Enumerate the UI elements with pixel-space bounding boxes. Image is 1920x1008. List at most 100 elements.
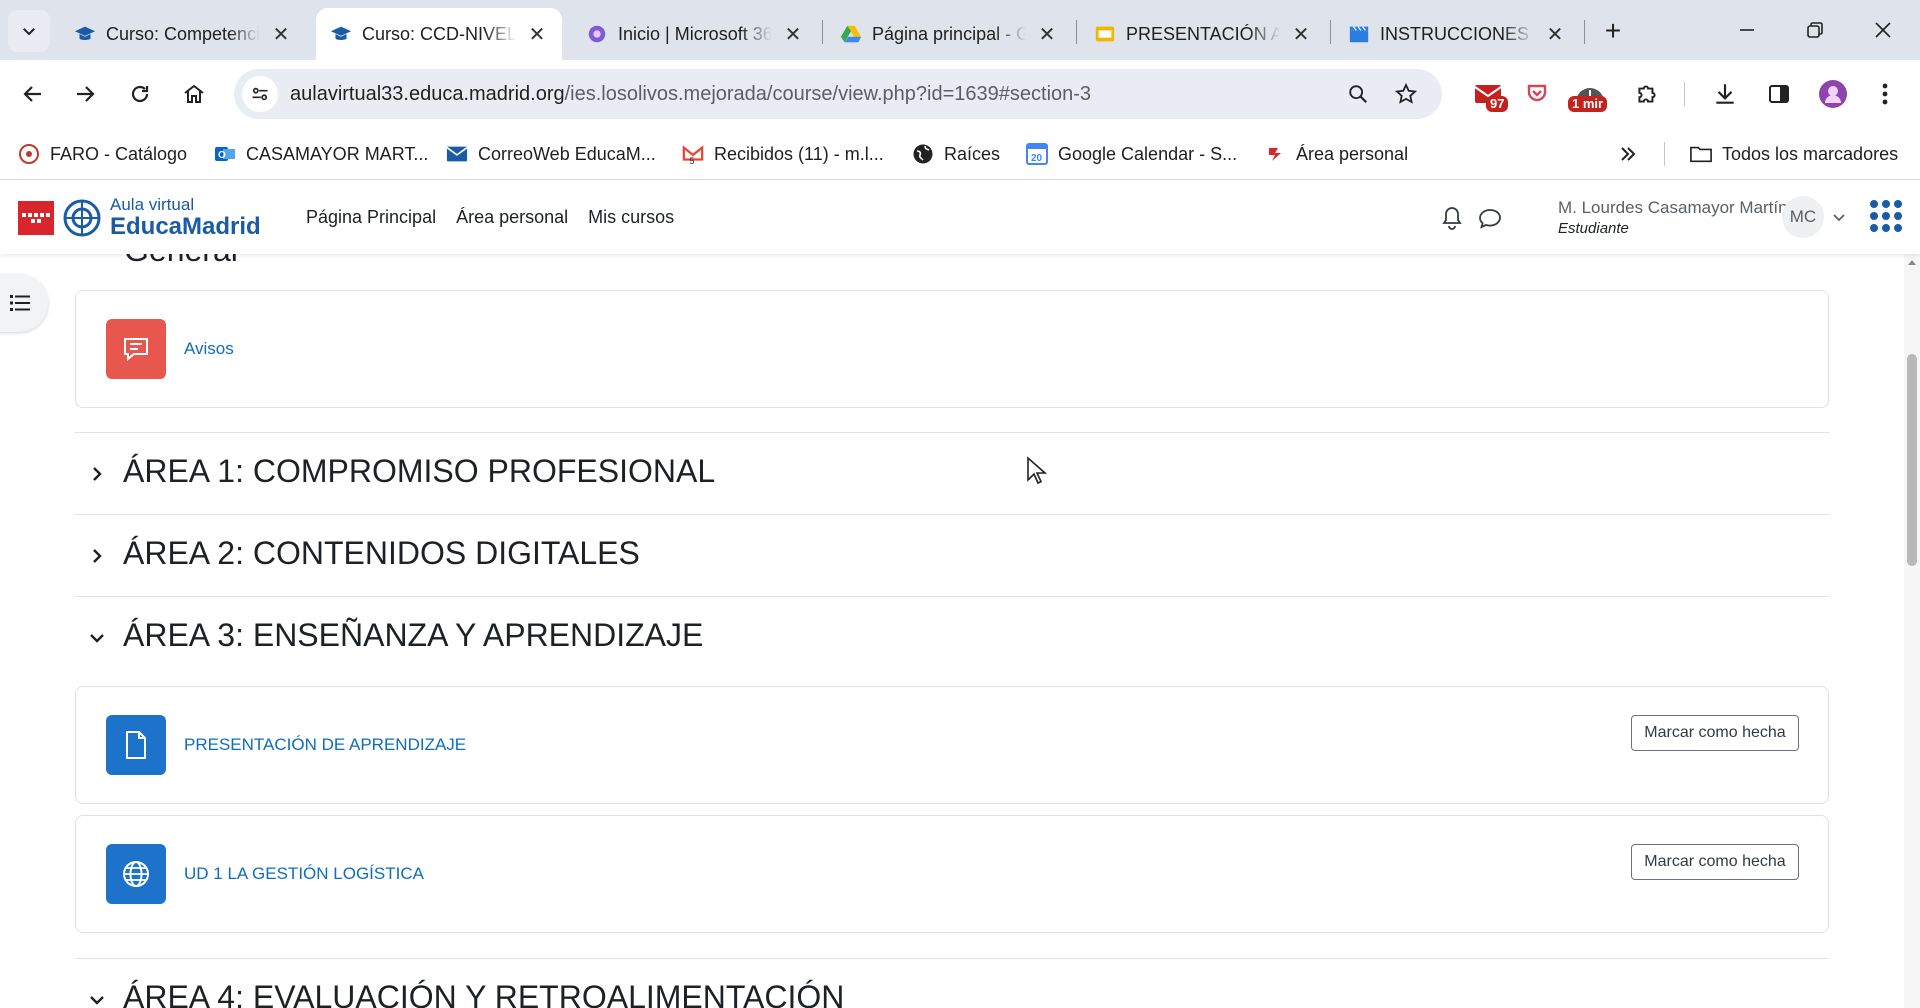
mark-as-done-button[interactable]: Marcar como hecha — [1631, 715, 1799, 751]
gmail-count: 5 — [689, 156, 694, 165]
chevron-right-icon[interactable] — [87, 546, 107, 566]
pocket-extension-button[interactable] — [1520, 74, 1554, 114]
outlook-icon: O — [214, 143, 236, 165]
tab-title: PRESENTACIÓN AP — [1126, 23, 1280, 44]
bookmark-gmail[interactable]: 5 Recibidos (11) - m.l... — [682, 140, 884, 168]
tab-title: Curso: CCD-NIVEL — [362, 23, 516, 44]
activity-ud1-gestion-logistica: UD 1 LA GESTIÓN LOGÍSTICA Marcar como he… — [75, 815, 1829, 933]
bookmark-area-personal[interactable]: Área personal — [1264, 140, 1408, 168]
moodle-cap-icon — [74, 23, 96, 45]
url-text[interactable]: aulavirtual33.educa.madrid.org/ies.losol… — [290, 69, 1091, 119]
extensions-button[interactable] — [1628, 74, 1666, 114]
mark-as-done-button[interactable]: Marcar como hecha — [1631, 844, 1799, 880]
section-title[interactable]: ÁREA 1: COMPROMISO PROFESIONAL — [123, 453, 715, 490]
tab-title: Página principal - G — [872, 23, 1026, 44]
section-area-1[interactable]: ÁREA 1: COMPROMISO PROFESIONAL — [75, 432, 1829, 514]
page-scrollbar[interactable] — [1904, 254, 1920, 1008]
close-window-button[interactable] — [1858, 12, 1908, 48]
tab-title: Curso: Competencia — [106, 23, 260, 44]
close-icon[interactable]: ✕ — [1290, 23, 1312, 46]
section-area-3[interactable]: ÁREA 3: ENSEÑANZA Y APRENDIZAJE — [75, 596, 1829, 678]
tab-separator — [1076, 20, 1077, 44]
section-area-2[interactable]: ÁREA 2: CONTENIDOS DIGITALES — [75, 514, 1829, 596]
downloads-button[interactable] — [1706, 74, 1744, 114]
activity-link[interactable]: UD 1 LA GESTIÓN LOGÍSTICA — [184, 864, 424, 884]
tab-microsoft-365[interactable]: Inicio | Microsoft 365 ✕ — [572, 8, 818, 60]
site-info-button[interactable] — [242, 76, 278, 112]
chevron-down-icon[interactable] — [87, 628, 107, 648]
close-icon[interactable]: ✕ — [526, 23, 548, 46]
section-title[interactable]: ÁREA 2: CONTENIDOS DIGITALES — [123, 535, 640, 572]
section-title[interactable]: ÁREA 3: ENSEÑANZA Y APRENDIZAJE — [123, 617, 703, 654]
tab-curso-competencia[interactable]: Curso: Competencia ✕ — [60, 8, 306, 60]
tab-separator — [1330, 20, 1331, 44]
bookmark-faro[interactable]: FARO - Catálogo — [18, 140, 187, 168]
scroll-up-arrow-icon[interactable] — [1908, 260, 1916, 265]
profile-button[interactable] — [1814, 74, 1852, 114]
minimize-button[interactable] — [1722, 12, 1772, 48]
course-index-toggle[interactable] — [0, 274, 48, 332]
primary-navigation: Página Principal Área personal Mis curso… — [306, 180, 674, 254]
new-tab-button[interactable]: + — [1596, 14, 1630, 48]
home-button[interactable] — [175, 75, 213, 113]
apps-grid-icon[interactable] — [1870, 200, 1902, 232]
nav-area-personal[interactable]: Área personal — [456, 207, 568, 228]
bookmark-casamayor[interactable]: O CASAMAYOR MART... — [214, 140, 428, 168]
puzzle-icon — [1638, 85, 1656, 103]
nav-pagina-principal[interactable]: Página Principal — [306, 207, 436, 228]
bookmark-label: Raíces — [944, 143, 1001, 164]
reload-icon — [131, 85, 149, 103]
all-bookmarks-button[interactable]: Todos los marcadores — [1690, 140, 1898, 168]
globe-icon — [912, 143, 934, 165]
tab-instrucciones[interactable]: INSTRUCCIONES A ✕ — [1334, 8, 1580, 60]
tab-google-drive[interactable]: Página principal - G ✕ — [826, 8, 1072, 60]
restore-icon — [1807, 22, 1823, 38]
bookmark-label: Área personal — [1296, 143, 1409, 164]
close-icon — [1875, 22, 1891, 38]
side-panel-button[interactable] — [1760, 74, 1798, 114]
messages-button[interactable] — [1476, 204, 1504, 232]
tab-presentacion[interactable]: PRESENTACIÓN AP ✕ — [1080, 8, 1326, 60]
browser-menu-button[interactable] — [1868, 74, 1902, 114]
reload-button[interactable] — [121, 75, 159, 113]
close-icon[interactable]: ✕ — [1544, 23, 1566, 46]
bookmark-label: FARO - Catálogo — [50, 143, 188, 164]
pocket-icon — [1527, 84, 1547, 102]
profile-avatar-icon — [1819, 80, 1847, 108]
chevron-down-icon[interactable] — [87, 990, 107, 1008]
avatar[interactable]: MC — [1782, 196, 1824, 238]
bookmark-correoweb[interactable]: CorreoWeb EducaM... — [446, 140, 656, 168]
chevron-right-icon[interactable] — [87, 464, 107, 484]
tab-curso-ccd-nivel[interactable]: Curso: CCD-NIVEL ✕ — [316, 8, 562, 60]
section-title[interactable]: ÁREA 4: EVALUACIÓN Y RETROALIMENTACIÓN — [123, 979, 844, 1008]
back-button[interactable] — [14, 75, 52, 113]
section-area-4[interactable]: ÁREA 4: EVALUACIÓN Y RETROALIMENTACIÓN — [75, 958, 1829, 1008]
address-bar[interactable]: aulavirtual33.educa.madrid.org/ies.losol… — [234, 69, 1442, 119]
close-icon[interactable]: ✕ — [782, 23, 804, 46]
scrollbar-thumb[interactable] — [1907, 354, 1917, 566]
arrow-right-icon — [77, 86, 95, 102]
bookmark-raices[interactable]: Raíces — [912, 140, 1000, 168]
bookmark-star-button[interactable] — [1390, 78, 1422, 110]
double-chevron-right-icon — [1621, 147, 1636, 161]
tab-search-button[interactable] — [8, 10, 50, 52]
more-bookmarks-button[interactable] — [1618, 140, 1638, 168]
chevron-down-icon[interactable] — [1830, 208, 1848, 226]
nav-mis-cursos[interactable]: Mis cursos — [588, 207, 674, 228]
restore-button[interactable] — [1790, 12, 1840, 48]
forward-button[interactable] — [66, 75, 104, 113]
close-icon[interactable]: ✕ — [270, 23, 292, 46]
globe-icon — [106, 844, 166, 904]
bookmark-label: CorreoWeb EducaM... — [478, 143, 656, 164]
timer-extension-button[interactable]: 1 mir — [1566, 74, 1614, 114]
activity-link[interactable]: PRESENTACIÓN DE APRENDIZAJE — [184, 735, 466, 755]
bookmark-google-calendar[interactable]: 20 Google Calendar - S... — [1026, 140, 1237, 168]
activity-link[interactable]: Avisos — [184, 339, 234, 359]
close-icon[interactable]: ✕ — [1036, 23, 1058, 46]
notifications-button[interactable] — [1438, 204, 1466, 232]
mail-extension-button[interactable]: 97 — [1468, 74, 1509, 114]
zoom-button[interactable] — [1342, 78, 1374, 110]
site-logo[interactable]: Aula virtual EducaMadrid — [18, 196, 261, 240]
user-full-name[interactable]: M. Lourdes Casamayor Martínez — [1558, 198, 1806, 218]
bell-icon — [1442, 207, 1462, 230]
